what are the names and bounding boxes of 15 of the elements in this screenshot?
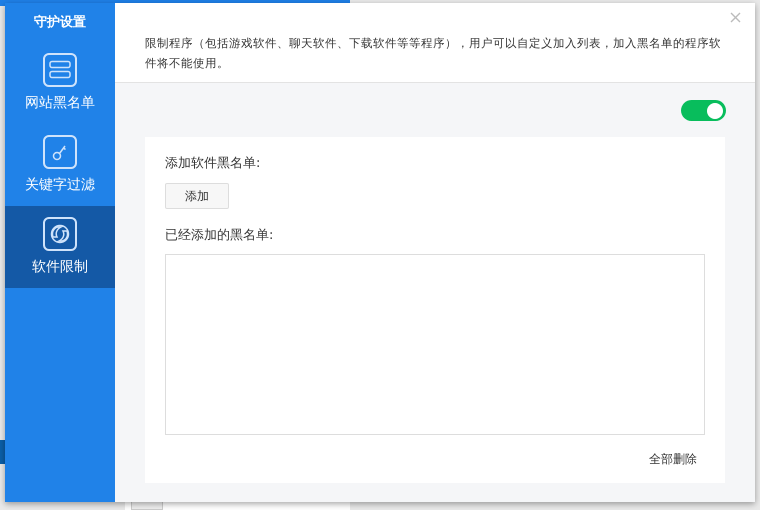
list-icon (43, 52, 77, 86)
sidebar-item[interactable]: 网站黑名单 (5, 42, 115, 124)
sidebar-item[interactable]: 关键字过滤 (5, 124, 115, 206)
blacklist-box[interactable] (165, 254, 705, 435)
add-button[interactable]: 添加 (165, 182, 229, 208)
swirl-icon (43, 216, 77, 250)
list-label: 已经添加的黑名单: (165, 226, 274, 244)
sidebar-title: 守护设置 (33, 14, 87, 32)
delete-all-button[interactable]: 全部删除 (641, 448, 705, 470)
close-icon (730, 12, 740, 22)
toggle-switch[interactable] (681, 100, 726, 121)
add-label: 添加软件黑名单: (165, 155, 262, 173)
sidebar-item[interactable]: 软件限制 (5, 206, 115, 288)
description-text: 限制程序（包括游戏软件、聊天软件、下载软件等等程序），用户可以自定义加入列表，加入黑名单的程序软件将不能使用。 (145, 35, 722, 72)
key-icon (43, 134, 77, 168)
